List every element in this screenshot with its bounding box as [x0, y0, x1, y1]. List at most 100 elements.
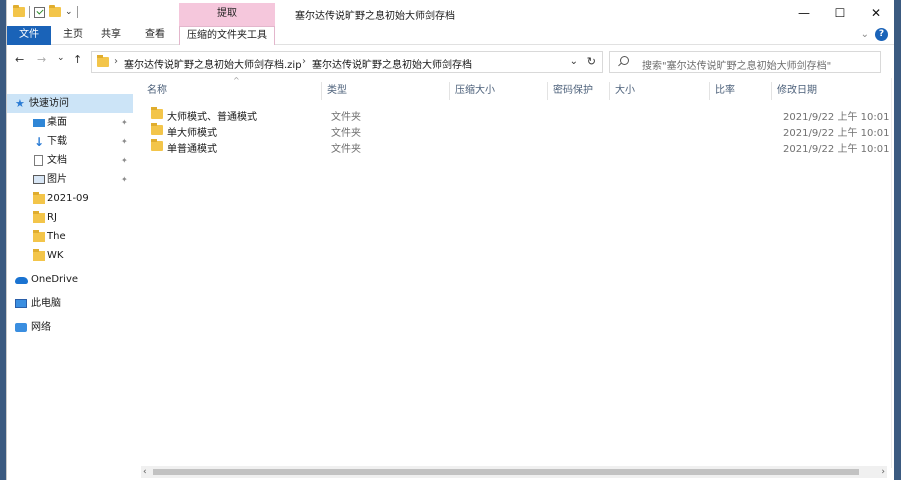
search-icon	[620, 56, 629, 65]
file-modified: 2021/9/22 上午 10:01	[783, 112, 890, 123]
nav-network[interactable]: 网络	[7, 318, 133, 337]
column-header-type[interactable]: 类型	[323, 80, 449, 102]
close-button[interactable]: ✕	[858, 0, 894, 26]
nav-quick-access[interactable]: ★ 快速访问	[7, 94, 133, 113]
tab-share[interactable]: 共享	[97, 26, 125, 45]
extract-context-header[interactable]: 提取	[179, 3, 275, 26]
nav-label: 桌面	[47, 117, 67, 128]
column-divider[interactable]	[771, 82, 772, 100]
customize-toolbar-dropdown[interactable]: ⌄	[65, 7, 73, 17]
breadcrumb-item[interactable]: 塞尔达传说旷野之息初始大师剑存档.zip	[124, 56, 302, 71]
tab-home[interactable]: 主页	[59, 26, 87, 45]
column-header-password[interactable]: 密码保护	[549, 80, 609, 102]
column-divider[interactable]	[321, 82, 322, 100]
address-row: ← → ⌄ ↑ › 塞尔达传说旷野之息初始大师剑存档.zip › 塞尔达传说旷野…	[7, 48, 894, 76]
column-divider[interactable]	[609, 82, 610, 100]
new-folder-icon[interactable]	[49, 5, 61, 17]
recent-locations-button[interactable]: ⌄	[57, 53, 65, 63]
search-input[interactable]: 搜索"塞尔达传说旷野之息初始大师剑存档"	[609, 51, 881, 73]
toolbar-divider	[29, 6, 30, 18]
nav-label: 2021-09	[47, 193, 89, 204]
pin-icon[interactable]: ✦	[121, 170, 128, 189]
window-title: 塞尔达传说旷野之息初始大师剑存档	[295, 11, 455, 22]
file-row[interactable]: 大师模式、普通模式 文件夹 2021/9/22 上午 10:01	[141, 106, 889, 123]
file-modified: 2021/9/22 上午 10:01	[783, 128, 890, 139]
pin-icon[interactable]: ✦	[121, 113, 128, 132]
nav-label: OneDrive	[31, 274, 79, 285]
folder-icon	[151, 107, 163, 119]
up-button[interactable]: ↑	[73, 53, 82, 66]
horizontal-scrollbar[interactable]: ‹ ›	[141, 466, 887, 478]
scroll-right-button[interactable]: ›	[881, 466, 885, 478]
nav-item-wk[interactable]: WK	[7, 246, 133, 265]
tab-file[interactable]: 文件	[7, 26, 51, 45]
tab-compressed-folder-tools[interactable]: 压缩的文件夹工具	[179, 26, 275, 45]
column-header-name[interactable]: 名称	[143, 80, 321, 102]
back-button[interactable]: ←	[15, 53, 24, 66]
maximize-button[interactable]: ☐	[822, 0, 858, 26]
download-icon: ↓	[34, 135, 45, 149]
breadcrumb-separator[interactable]: ›	[302, 56, 306, 67]
column-header-ratio[interactable]: 比率	[711, 80, 771, 102]
pane-divider	[891, 78, 892, 468]
column-header-modified[interactable]: 修改日期	[773, 80, 883, 102]
nav-this-pc[interactable]: 此电脑	[7, 294, 133, 313]
chevron-down-icon[interactable]: ⌄	[861, 29, 869, 40]
quick-access-toolbar: ⌄	[13, 5, 78, 18]
explorer-window: ⌄ 提取 塞尔达传说旷野之息初始大师剑存档 — ☐ ✕ 文件 主页 共享 查看 …	[6, 0, 894, 480]
folder-icon	[33, 230, 45, 242]
navigation-pane: ★ 快速访问 桌面 ✦ ↓ 下载 ✦ 文档 ✦ 图片 ✦ 2021-09 RJ …	[7, 82, 133, 472]
minimize-button[interactable]: —	[786, 0, 822, 26]
pin-icon[interactable]: ✦	[121, 151, 128, 170]
file-name: 单普通模式	[167, 144, 217, 155]
pictures-icon	[33, 175, 45, 184]
nav-item-2021-09[interactable]: 2021-09	[7, 189, 133, 208]
nav-onedrive[interactable]: OneDrive	[7, 270, 133, 289]
nav-item-documents[interactable]: 文档 ✦	[7, 151, 133, 170]
breadcrumb-separator[interactable]: ›	[114, 56, 118, 67]
column-header-size[interactable]: 大小	[611, 80, 709, 102]
nav-item-desktop[interactable]: 桌面 ✦	[7, 113, 133, 132]
search-placeholder: 搜索"塞尔达传说旷野之息初始大师剑存档"	[642, 61, 832, 72]
window-controls: — ☐ ✕	[786, 0, 894, 26]
column-divider[interactable]	[449, 82, 450, 100]
refresh-button[interactable]: ↻	[587, 55, 596, 68]
network-icon	[15, 323, 27, 332]
nav-label: 此电脑	[31, 298, 61, 309]
column-divider[interactable]	[709, 82, 710, 100]
ribbon-right-controls: ⌄ ?	[861, 28, 888, 41]
scroll-left-button[interactable]: ‹	[143, 466, 147, 478]
nav-label: 文档	[47, 155, 67, 166]
breadcrumb-separator[interactable]: ›	[466, 56, 470, 67]
ribbon-tabs: 文件 主页 共享 查看 压缩的文件夹工具 ⌄ ?	[7, 26, 894, 45]
file-type: 文件夹	[331, 128, 361, 139]
tab-view[interactable]: 查看	[141, 26, 169, 45]
star-icon: ★	[15, 97, 25, 110]
nav-label: 下载	[47, 136, 67, 147]
nav-item-rj[interactable]: RJ	[7, 208, 133, 227]
address-bar[interactable]: › 塞尔达传说旷野之息初始大师剑存档.zip › 塞尔达传说旷野之息初始大师剑存…	[91, 51, 603, 73]
nav-label: WK	[47, 250, 64, 261]
folder-icon	[13, 5, 25, 17]
folder-icon	[151, 139, 163, 151]
folder-icon	[33, 192, 45, 204]
folder-icon	[97, 55, 109, 67]
file-row[interactable]: 单普通模式 文件夹 2021/9/22 上午 10:01	[141, 138, 889, 155]
properties-icon[interactable]	[34, 6, 45, 18]
file-type: 文件夹	[331, 112, 361, 123]
file-row[interactable]: 单大师模式 文件夹 2021/9/22 上午 10:01	[141, 122, 889, 139]
column-divider[interactable]	[547, 82, 548, 100]
folder-icon	[151, 123, 163, 135]
scrollbar-thumb[interactable]	[153, 469, 859, 475]
forward-button[interactable]: →	[37, 53, 46, 66]
toolbar-divider	[76, 6, 78, 18]
file-name: 大师模式、普通模式	[167, 112, 257, 123]
nav-item-downloads[interactable]: ↓ 下载 ✦	[7, 132, 133, 151]
help-icon[interactable]: ?	[875, 28, 888, 41]
breadcrumb-item[interactable]: 塞尔达传说旷野之息初始大师剑存档	[312, 56, 472, 71]
pin-icon[interactable]: ✦	[121, 132, 128, 151]
nav-item-the[interactable]: The	[7, 227, 133, 246]
address-dropdown-button[interactable]: ⌄	[570, 56, 578, 67]
nav-item-pictures[interactable]: 图片 ✦	[7, 170, 133, 189]
column-header-compressed-size[interactable]: 压缩大小	[451, 80, 547, 102]
